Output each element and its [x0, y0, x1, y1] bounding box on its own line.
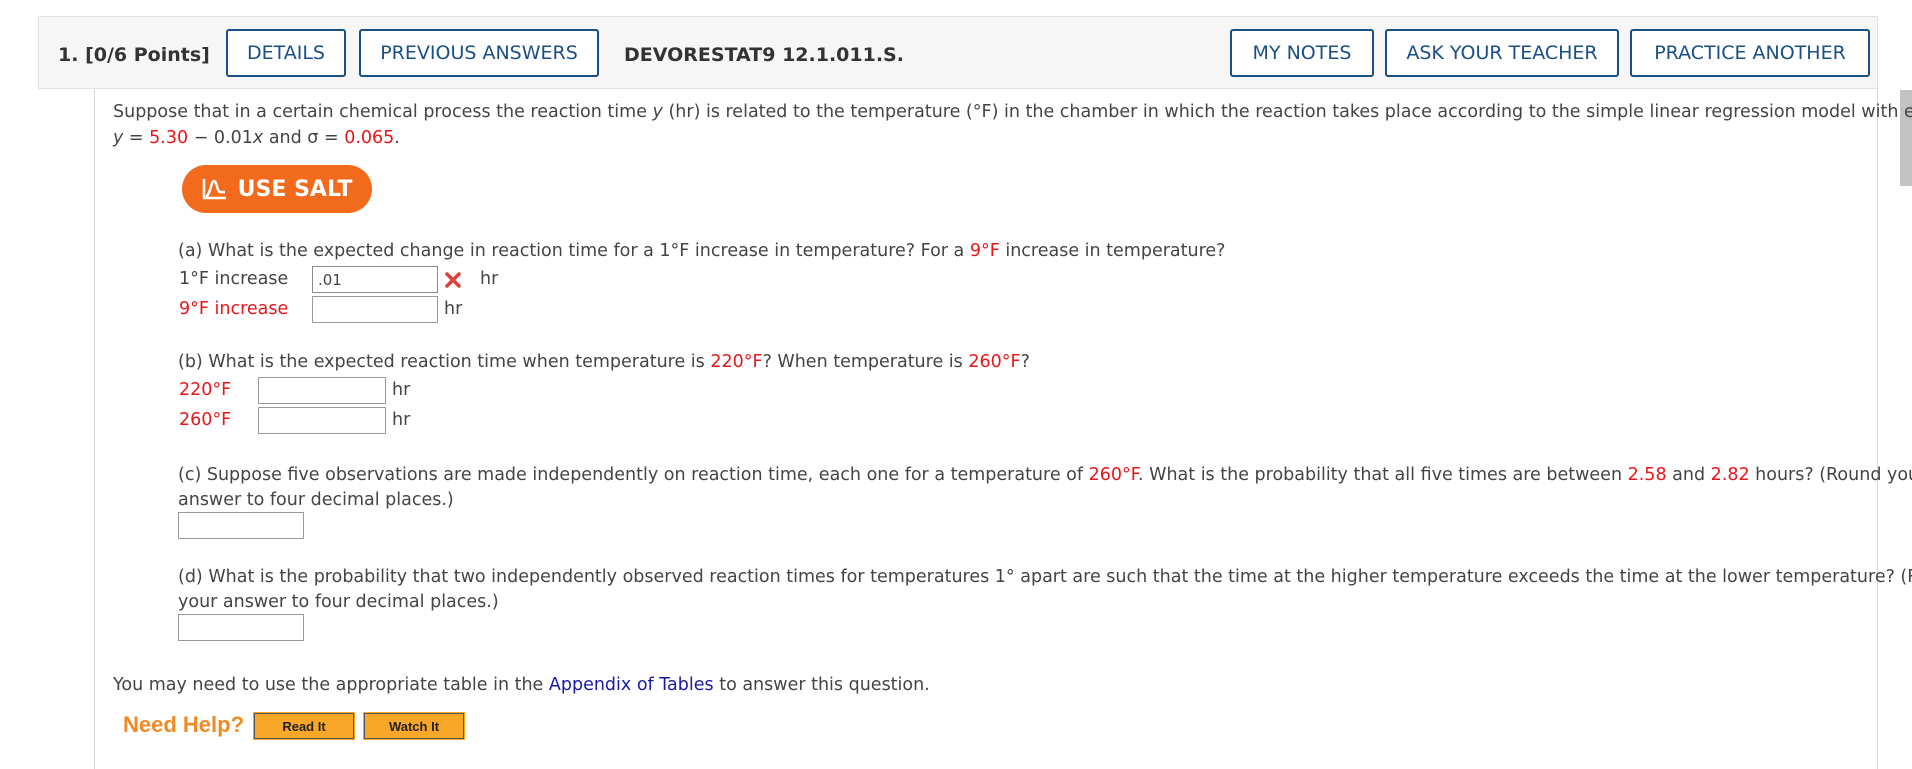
question-number: 1. — [58, 44, 79, 66]
ask-your-teacher-button[interactable]: ASK YOUR TEACHER — [1385, 29, 1619, 77]
part-b-question: (b) What is the expected reaction time w… — [178, 352, 1030, 372]
practice-another-button[interactable]: PRACTICE ANOTHER — [1630, 29, 1870, 77]
part-a-row1-label: 1°F increase — [179, 269, 289, 289]
intercept-value: 5.30 — [149, 128, 189, 148]
points-label: [0/6 Points] — [85, 44, 210, 66]
my-notes-button[interactable]: MY NOTES — [1230, 29, 1374, 77]
part-c-answer-field[interactable] — [178, 512, 304, 539]
part-b-row2-unit: hr — [392, 410, 411, 430]
part-a-row2-unit: hr — [444, 299, 463, 319]
use-salt-button[interactable]: USE SALT — [182, 165, 372, 213]
sigma-value: 0.065 — [344, 128, 395, 148]
part-a-1f-answer-field[interactable] — [312, 266, 438, 293]
details-button[interactable]: DETAILS — [226, 29, 346, 77]
previous-answers-button[interactable]: PREVIOUS ANSWERS — [359, 29, 599, 77]
read-it-button[interactable]: Read It — [253, 712, 355, 740]
part-d-question: (d) What is the probability that two ind… — [178, 567, 1912, 612]
problem-statement: Suppose that in a certain chemical proce… — [113, 99, 1912, 151]
question-number-points: 1. [0/6 Points] — [58, 44, 210, 66]
part-b-220f-answer-field[interactable] — [258, 377, 386, 404]
question-header: 1. [0/6 Points] DETAILS PREVIOUS ANSWERS… — [38, 16, 1878, 89]
appendix-of-tables-link[interactable]: Appendix of Tables — [549, 675, 714, 695]
part-b-row1-label: 220°F — [179, 380, 232, 400]
part-b-row2-label: 260°F — [179, 410, 232, 430]
part-a-question: (a) What is the expected change in react… — [178, 241, 1226, 261]
part-d-answer-field[interactable] — [178, 614, 304, 641]
regression-equation: y = 5.30 − 0.01x and σ = 0.065. — [113, 128, 400, 148]
part-a-row1-unit: hr — [480, 269, 499, 289]
part-a-9f-answer-field[interactable] — [312, 296, 438, 323]
need-help-label: Need Help? — [123, 712, 245, 737]
salt-chart-icon — [202, 179, 226, 200]
problem-statement-line-1: Suppose that in a certain chemical proce… — [113, 102, 1912, 122]
use-salt-label: USE SALT — [237, 176, 353, 202]
part-b-row1-unit: hr — [392, 380, 411, 400]
incorrect-x-icon — [445, 272, 461, 288]
question-code: DEVORESTAT9 12.1.011.S. — [624, 44, 904, 66]
watch-it-button[interactable]: Watch It — [363, 712, 465, 740]
part-a-row2-label: 9°F increase — [179, 299, 289, 319]
part-b-260f-answer-field[interactable] — [258, 407, 386, 434]
part-c-question: (c) Suppose five observations are made i… — [178, 465, 1912, 510]
appendix-note: You may need to use the appropriate tabl… — [113, 675, 930, 695]
